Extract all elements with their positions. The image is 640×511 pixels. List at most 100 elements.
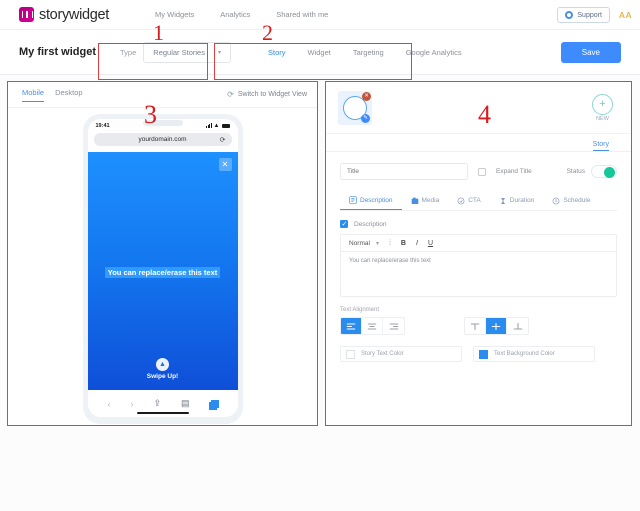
new-story-label: NEW [596, 115, 609, 122]
close-icon[interactable]: ✕ [218, 158, 232, 171]
align-bottom-button[interactable] [507, 318, 528, 334]
align-left-button[interactable] [341, 318, 362, 334]
sub-tab-description[interactable]: Description [340, 192, 402, 210]
story-text-color-picker[interactable]: Story Text Color [340, 346, 462, 362]
phone-url-bar[interactable]: yourdomain.com ⟳ [93, 133, 232, 146]
phone-status-icons: ▲ [206, 122, 230, 129]
gear-icon [565, 11, 574, 19]
sub-tab-description-label: Description [360, 196, 393, 204]
rich-text-editor: Normal ▾ ⁞ B I U You can replace/erase t… [340, 234, 617, 297]
title-input[interactable] [340, 163, 468, 180]
rich-text-body[interactable]: You can replace/erase this text [341, 252, 616, 296]
underline-button[interactable]: U [428, 240, 433, 247]
nav-link-my-widgets[interactable]: My Widgets [155, 10, 194, 19]
sub-tab-schedule[interactable]: Schedule [543, 192, 599, 210]
status-toggle[interactable] [591, 165, 617, 178]
description-icon [349, 196, 357, 204]
tab-google-analytics[interactable]: Google Analytics [395, 43, 473, 62]
new-story-button[interactable]: + NEW [592, 93, 613, 122]
rich-text-toolbar: Normal ▾ ⁞ B I U [341, 235, 616, 252]
description-checkbox[interactable] [340, 220, 348, 228]
sub-tab-cta-label: CTA [468, 197, 481, 204]
wifi-icon: ▲ [213, 122, 220, 129]
description-toggle-row: Description [340, 220, 617, 228]
battery-icon [221, 123, 230, 128]
editor-tab-story[interactable]: Story [592, 141, 609, 151]
editor-form: Expand Title Status Descr [326, 152, 631, 362]
bold-button[interactable]: B [401, 240, 406, 247]
story-editor-panel: ✕ ✎ + NEW Story Expand Title Status [325, 81, 632, 426]
text-alignment-label: Text Alignment [340, 307, 380, 313]
tabs-icon[interactable] [209, 399, 220, 410]
plus-icon: + [592, 93, 613, 115]
brand-logo[interactable]: storywidget [19, 7, 109, 23]
back-icon[interactable]: ‹ [107, 399, 110, 409]
align-top-button[interactable] [465, 318, 486, 334]
view-tab-desktop[interactable]: Desktop [55, 88, 83, 102]
tab-widget[interactable]: Widget [297, 43, 342, 62]
align-right-button[interactable] [383, 318, 404, 334]
list-icon[interactable]: ⁞ [389, 240, 391, 247]
sub-tab-duration-label: Duration [509, 197, 535, 204]
sub-tab-media[interactable]: Media [402, 192, 449, 210]
status-control: Status [567, 165, 617, 178]
switch-view-label: Switch to Widget View [237, 91, 307, 98]
support-button-label: Support [577, 11, 602, 19]
preview-panel-header: Mobile Desktop ⟳ Switch to Widget View [8, 82, 317, 108]
save-button[interactable]: Save [560, 41, 621, 63]
align-middle-button[interactable] [486, 318, 507, 334]
swipe-up-control[interactable]: ▲ Swipe Up! [88, 358, 238, 380]
phone-status-bar: 19:41 ▲ [88, 119, 238, 132]
story-thumbnail[interactable]: ✕ ✎ [338, 90, 372, 125]
type-dropdown[interactable]: Regular Stories ▾ [143, 41, 231, 63]
schedule-icon [552, 197, 560, 204]
avatar[interactable]: AA [619, 10, 632, 20]
text-alignment-section: Text Alignment [340, 307, 617, 335]
align-center-button[interactable] [362, 318, 383, 334]
swipe-up-label: Swipe Up! [146, 373, 179, 380]
sub-tab-duration[interactable]: Duration [490, 192, 544, 210]
type-selector-group: Type Regular Stories ▾ [120, 41, 231, 63]
type-dropdown-value: Regular Stories [153, 47, 205, 57]
view-tab-mobile[interactable]: Mobile [22, 88, 45, 102]
story-preview-text[interactable]: You can replace/erase this text [104, 267, 221, 278]
tab-targeting[interactable]: Targeting [342, 43, 395, 62]
horizontal-align-group [340, 317, 405, 335]
phone-url-text: yourdomain.com [138, 136, 187, 143]
top-navigation-bar: storywidget My Widgets Analytics Shared … [0, 0, 640, 30]
edit-badge-icon[interactable]: ✎ [361, 113, 370, 123]
editor-story-tab-row: Story [326, 134, 631, 152]
type-label: Type [120, 47, 137, 57]
bookmarks-icon[interactable]: ▤ [181, 398, 190, 409]
reload-icon[interactable]: ⟳ [220, 136, 226, 144]
support-button[interactable]: Support [557, 7, 610, 23]
format-dropdown[interactable]: Normal ▾ [349, 240, 379, 247]
chevron-down-icon: ▾ [375, 240, 379, 247]
text-background-color-picker[interactable]: Text Background Color [473, 346, 595, 362]
delete-badge-icon[interactable]: ✕ [362, 91, 371, 101]
switch-to-widget-view-button[interactable]: ⟳ Switch to Widget View [227, 90, 307, 99]
status-toggle-knob [604, 166, 615, 178]
nav-link-analytics[interactable]: Analytics [220, 10, 250, 19]
chevron-down-icon: ▾ [217, 49, 221, 56]
story-text-color-swatch [346, 349, 355, 359]
expand-title-checkbox[interactable] [478, 167, 486, 176]
chevron-up-circle-icon: ▲ [156, 358, 169, 371]
title-row: Expand Title Status [340, 163, 617, 180]
phone-preview-wrapper: 19:41 ▲ yourdomain.com ⟳ ✕ You can repla… [8, 108, 317, 424]
signal-icon [206, 123, 212, 128]
italic-button[interactable]: I [416, 240, 418, 247]
home-indicator [136, 412, 189, 414]
tab-story[interactable]: Story [257, 43, 297, 62]
sub-tab-cta[interactable]: CTA [448, 192, 490, 210]
storywidget-logo-icon [19, 7, 34, 22]
share-icon[interactable]: ⇪ [153, 398, 161, 409]
header-tabs: Story Widget Targeting Google Analytics [257, 43, 473, 62]
phone-screen: 19:41 ▲ yourdomain.com ⟳ ✕ You can repla… [87, 119, 238, 417]
vertical-align-group [464, 317, 529, 335]
forward-icon[interactable]: › [130, 399, 133, 409]
description-checkbox-label: Description [354, 220, 387, 228]
story-preview-canvas: ✕ You can replace/erase this text ▲ Swip… [87, 152, 238, 390]
nav-link-shared-with-me[interactable]: Shared with me [276, 10, 328, 19]
story-list-bar: ✕ ✎ + NEW [326, 82, 631, 134]
